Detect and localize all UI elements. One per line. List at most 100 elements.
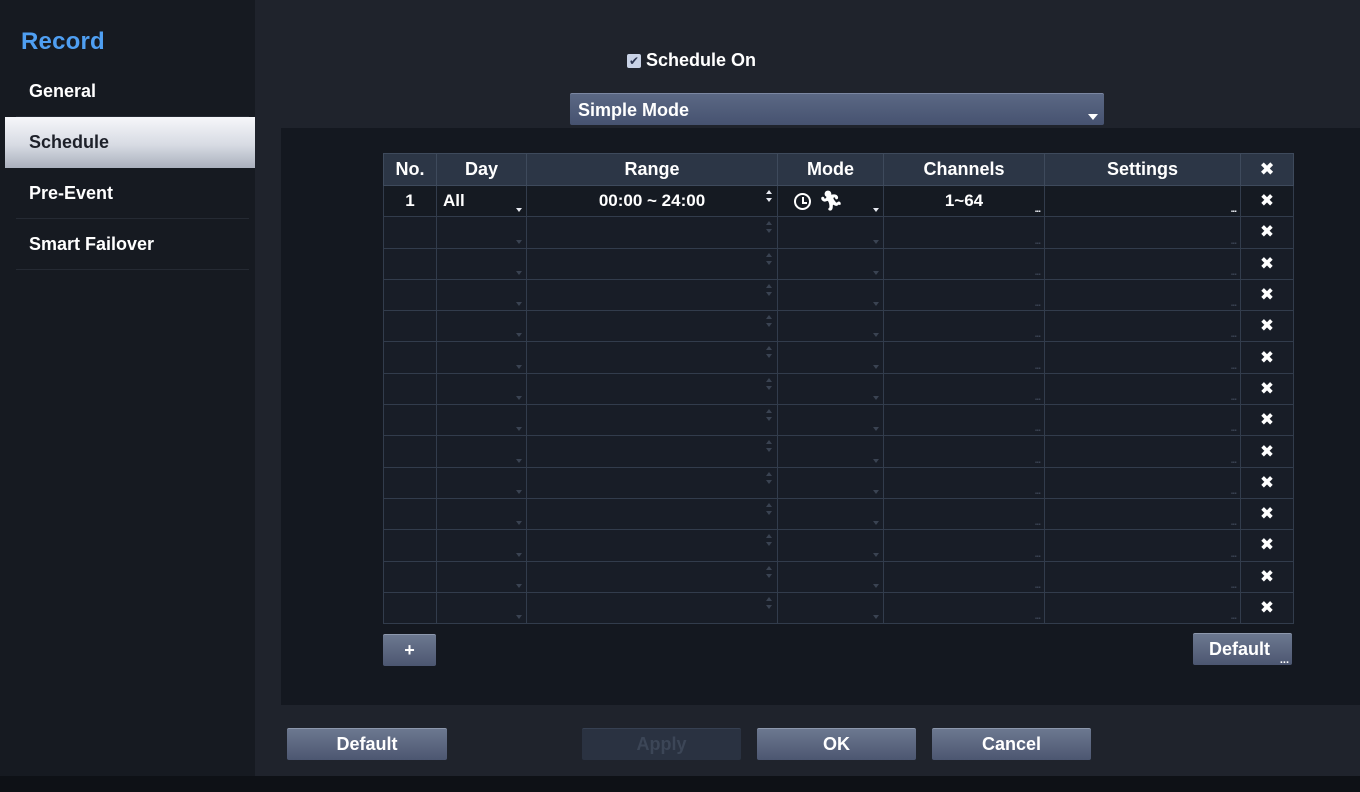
mode-select[interactable]: 🏃︎ xyxy=(777,184,884,218)
day-select[interactable] xyxy=(436,372,527,406)
settings-picker[interactable]: ... xyxy=(1044,435,1241,468)
mode-select[interactable] xyxy=(777,560,884,593)
settings-picker[interactable]: ... xyxy=(1044,310,1241,343)
delete-row-icon[interactable]: ✖ xyxy=(1240,310,1294,343)
channels-picker[interactable]: ... xyxy=(883,497,1045,531)
mode-select[interactable] xyxy=(777,310,884,343)
mode-select[interactable] xyxy=(777,529,884,562)
delete-row-icon[interactable]: ✖ xyxy=(1240,372,1294,406)
chevron-down-icon xyxy=(516,615,522,620)
sidebar-item-smart-failover[interactable]: Smart Failover xyxy=(16,219,249,270)
channels-picker[interactable]: ... xyxy=(883,560,1045,593)
range-spinner[interactable] xyxy=(526,341,778,374)
mode-select[interactable] xyxy=(777,591,884,625)
delete-row-icon[interactable]: ✖ xyxy=(1240,560,1294,593)
channels-picker[interactable]: ... xyxy=(883,247,1045,280)
delete-row-icon[interactable]: ✖ xyxy=(1240,247,1294,280)
range-spinner[interactable] xyxy=(526,247,778,280)
range-spinner[interactable] xyxy=(526,529,778,562)
range-spinner[interactable] xyxy=(526,497,778,531)
delete-row-icon[interactable]: ✖ xyxy=(1240,529,1294,562)
apply-button[interactable]: Apply xyxy=(582,728,741,760)
channels-picker[interactable]: ... xyxy=(883,372,1045,406)
day-select[interactable] xyxy=(436,497,527,531)
range-spinner[interactable] xyxy=(526,404,778,437)
settings-picker[interactable]: ... xyxy=(1044,497,1241,531)
day-select[interactable] xyxy=(436,404,527,437)
mode-select[interactable] xyxy=(777,466,884,499)
settings-picker[interactable]: ... xyxy=(1044,341,1241,374)
table-default-button[interactable]: Default... xyxy=(1193,633,1292,666)
schedule-mode-select[interactable]: Simple Mode xyxy=(570,93,1104,125)
channels-picker[interactable]: ... xyxy=(883,278,1045,312)
range-spinner[interactable] xyxy=(526,466,778,499)
default-button[interactable]: Default xyxy=(287,728,447,760)
sidebar-item-pre-event[interactable]: Pre-Event xyxy=(16,168,249,219)
chevron-down-icon xyxy=(516,396,522,401)
day-select[interactable] xyxy=(436,435,527,468)
range-spinner[interactable] xyxy=(526,278,778,312)
mode-select[interactable] xyxy=(777,278,884,312)
delete-row-icon[interactable]: ✖ xyxy=(1240,435,1294,468)
sidebar-item-general[interactable]: General xyxy=(16,66,249,117)
settings-picker[interactable]: ... xyxy=(1044,404,1241,437)
range-spinner[interactable] xyxy=(526,216,778,249)
delete-row-icon[interactable]: ✖ xyxy=(1240,497,1294,531)
settings-picker[interactable]: ... xyxy=(1044,466,1241,499)
delete-row-icon[interactable]: ✖ xyxy=(1240,591,1294,625)
delete-row-icon[interactable]: ✖ xyxy=(1240,184,1294,218)
range-spinner[interactable] xyxy=(526,372,778,406)
add-row-button[interactable]: + xyxy=(383,634,436,666)
mode-select[interactable] xyxy=(777,216,884,249)
range-spinner[interactable] xyxy=(526,591,778,625)
day-select[interactable] xyxy=(436,560,527,593)
channels-picker[interactable]: ... xyxy=(883,591,1045,625)
settings-picker[interactable]: ... xyxy=(1044,247,1241,280)
schedule-on-checkbox[interactable]: ✔ xyxy=(627,53,641,68)
settings-picker[interactable]: ... xyxy=(1044,278,1241,312)
cancel-button[interactable]: Cancel xyxy=(932,728,1091,760)
ok-button[interactable]: OK xyxy=(757,728,916,760)
settings-picker[interactable]: ... xyxy=(1044,591,1241,625)
day-select[interactable] xyxy=(436,278,527,312)
delete-all-icon[interactable]: ✖ xyxy=(1240,153,1294,186)
settings-picker[interactable]: ... xyxy=(1044,529,1241,562)
settings-picker[interactable]: ... xyxy=(1044,216,1241,249)
channels-picker[interactable]: 1~64... xyxy=(883,184,1045,218)
delete-row-icon[interactable]: ✖ xyxy=(1240,341,1294,374)
range-spinner[interactable] xyxy=(526,435,778,468)
channels-picker[interactable]: ... xyxy=(883,310,1045,343)
mode-select[interactable] xyxy=(777,247,884,280)
channels-picker[interactable]: ... xyxy=(883,216,1045,249)
day-select[interactable] xyxy=(436,529,527,562)
day-select[interactable] xyxy=(436,216,527,249)
delete-row-icon[interactable]: ✖ xyxy=(1240,216,1294,249)
day-select[interactable]: All xyxy=(436,184,527,218)
schedule-on-toggle[interactable]: ✔ Schedule On xyxy=(627,50,756,71)
day-select[interactable] xyxy=(436,591,527,625)
channels-picker[interactable]: ... xyxy=(883,529,1045,562)
channels-picker[interactable]: ... xyxy=(883,435,1045,468)
mode-select[interactable] xyxy=(777,372,884,406)
range-spinner[interactable]: 00:00 ~ 24:00 xyxy=(526,184,778,218)
channels-picker[interactable]: ... xyxy=(883,404,1045,437)
channels-picker[interactable]: ... xyxy=(883,466,1045,499)
settings-picker[interactable]: ... xyxy=(1044,560,1241,593)
delete-row-icon[interactable]: ✖ xyxy=(1240,278,1294,312)
settings-picker[interactable]: ... xyxy=(1044,372,1241,406)
mode-select[interactable] xyxy=(777,341,884,374)
mode-select[interactable] xyxy=(777,497,884,531)
delete-row-icon[interactable]: ✖ xyxy=(1240,404,1294,437)
channels-picker[interactable]: ... xyxy=(883,341,1045,374)
range-spinner[interactable] xyxy=(526,310,778,343)
range-spinner[interactable] xyxy=(526,560,778,593)
settings-picker[interactable]: ... xyxy=(1044,184,1241,218)
delete-row-icon[interactable]: ✖ xyxy=(1240,466,1294,499)
sidebar-item-schedule[interactable]: Schedule xyxy=(5,117,255,168)
day-select[interactable] xyxy=(436,247,527,280)
day-select[interactable] xyxy=(436,310,527,343)
day-select[interactable] xyxy=(436,466,527,499)
day-select[interactable] xyxy=(436,341,527,374)
mode-select[interactable] xyxy=(777,404,884,437)
mode-select[interactable] xyxy=(777,435,884,468)
